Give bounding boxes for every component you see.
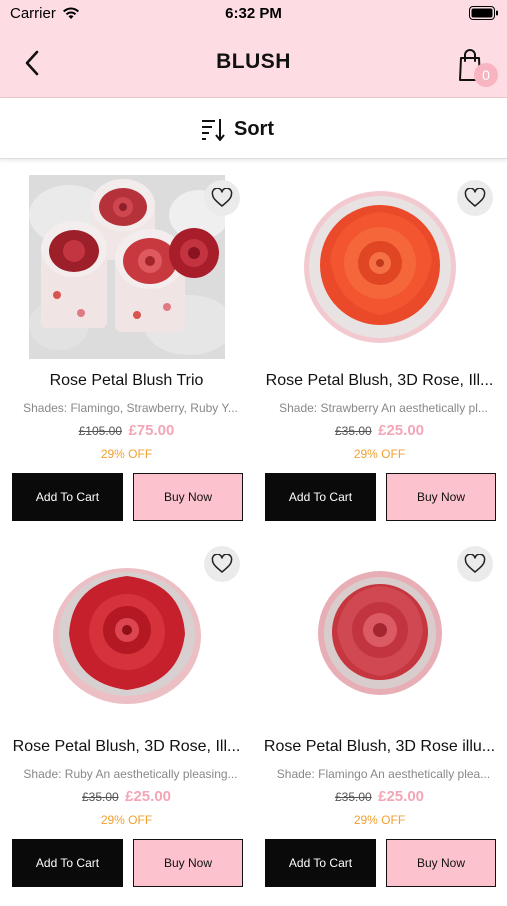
price-row: £35.00 £25.00: [253, 788, 506, 806]
page-title: BLUSH: [216, 50, 291, 73]
product-card: Rose Petal Blush Trio Shades: Flamingo, …: [0, 174, 253, 540]
new-price: £25.00: [125, 788, 172, 805]
old-price: £35.00: [334, 424, 372, 438]
discount-label: 29% OFF: [353, 447, 406, 461]
rose-trio-image: [28, 175, 225, 359]
buy-now-button[interactable]: Buy Now: [133, 473, 243, 521]
status-time: 6:32 PM: [225, 5, 282, 22]
buy-now-button[interactable]: Buy Now: [133, 839, 243, 887]
product-description: Shades: Flamingo, Strawberry, Ruby Y...: [23, 401, 238, 415]
sort-icon: [202, 119, 225, 141]
favorite-button[interactable]: [204, 546, 240, 582]
product-description: Shade: Strawberry An aesthetically pl...: [279, 401, 488, 415]
old-price: £105.00: [78, 424, 123, 438]
product-image[interactable]: [20, 540, 233, 726]
favorite-button[interactable]: [457, 546, 493, 582]
product-card: Rose Petal Blush, 3D Rose illu... Shade:…: [253, 540, 506, 906]
flamingo-rose-image: [317, 571, 442, 695]
product-description: Shade: Ruby An aesthetically pleasing...: [23, 767, 238, 781]
buy-now-button[interactable]: Buy Now: [386, 839, 496, 887]
add-to-cart-button[interactable]: Add To Cart: [12, 839, 123, 887]
buy-now-button[interactable]: Buy Now: [386, 473, 496, 521]
discount-label: 29% OFF: [353, 813, 406, 827]
product-card: Rose Petal Blush, 3D Rose, Ill... Shade:…: [253, 174, 506, 540]
new-price: £75.00: [128, 422, 175, 439]
heart-icon: [211, 188, 233, 207]
battery-icon: [469, 6, 498, 20]
product-image[interactable]: [273, 540, 486, 726]
price-row: £105.00 £75.00: [0, 422, 253, 440]
add-to-cart-button[interactable]: Add To Cart: [12, 473, 123, 521]
favorite-button[interactable]: [204, 180, 240, 216]
old-price: £35.00: [334, 790, 372, 804]
ruby-rose-image: [52, 568, 201, 704]
sort-bar: Sort: [0, 99, 507, 159]
status-bar: Carrier 6:32 PM: [0, 0, 507, 28]
product-name[interactable]: Rose Petal Blush Trio: [6, 372, 247, 390]
product-image[interactable]: [273, 174, 486, 360]
cart-count-badge: 0: [474, 63, 498, 87]
price-row: £35.00 £25.00: [0, 788, 253, 806]
favorite-button[interactable]: [457, 180, 493, 216]
strawberry-rose-image: [303, 191, 456, 343]
new-price: £25.00: [378, 422, 425, 439]
discount-label: 29% OFF: [100, 813, 153, 827]
discount-label: 29% OFF: [100, 447, 153, 461]
product-name[interactable]: Rose Petal Blush, 3D Rose, Ill...: [6, 738, 247, 756]
add-to-cart-button[interactable]: Add To Cart: [265, 473, 376, 521]
product-card: Rose Petal Blush, 3D Rose, Ill... Shade:…: [0, 540, 253, 906]
product-name[interactable]: Rose Petal Blush, 3D Rose illu...: [259, 738, 500, 756]
heart-icon: [464, 188, 486, 207]
new-price: £25.00: [378, 788, 425, 805]
add-to-cart-button[interactable]: Add To Cart: [265, 839, 376, 887]
product-image[interactable]: [20, 174, 233, 360]
heart-icon: [464, 554, 486, 573]
sort-button[interactable]: Sort: [200, 113, 274, 145]
price-row: £35.00 £25.00: [253, 422, 506, 440]
old-price: £35.00: [81, 790, 119, 804]
product-name[interactable]: Rose Petal Blush, 3D Rose, Ill...: [259, 372, 500, 390]
sort-label: Sort: [234, 117, 274, 140]
nav-bar: BLUSH: [0, 28, 507, 98]
heart-icon: [211, 554, 233, 573]
product-description: Shade: Flamingo An aesthetically plea...: [276, 767, 491, 781]
